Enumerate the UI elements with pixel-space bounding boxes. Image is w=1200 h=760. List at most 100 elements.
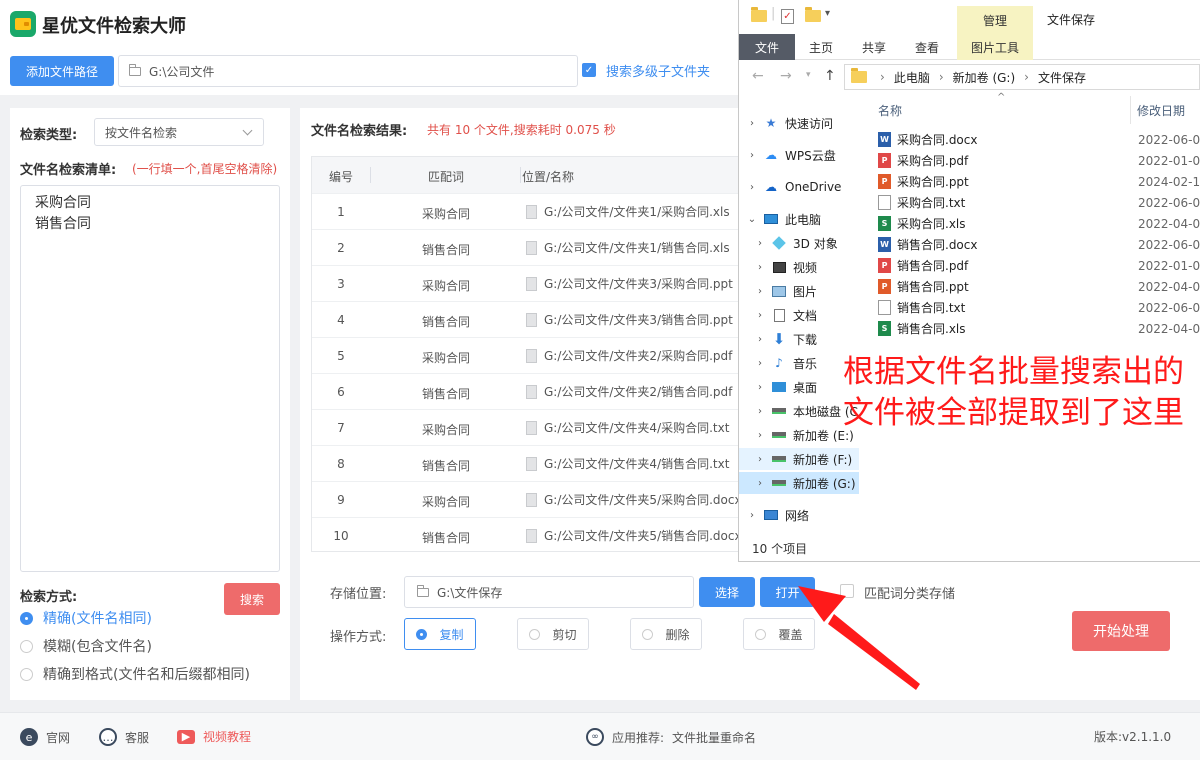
ribbon-tab-picture-tools[interactable]: 图片工具 — [957, 34, 1033, 60]
chevron-down-icon[interactable]: ⌄ — [747, 214, 757, 225]
row-keyword: 销售合同 — [421, 459, 470, 473]
recommend-app-link[interactable]: 文件批量重命名 — [672, 729, 756, 746]
chevron-right-icon[interactable]: › — [747, 118, 757, 129]
include-subfolders-label[interactable]: 搜索多级子文件夹 — [606, 61, 710, 80]
row-path-text: G:/公司文件/文件夹1/采购合同.xls — [544, 205, 730, 219]
operation-cut-radio[interactable]: 剪切 — [517, 618, 589, 650]
nav-tree-item[interactable]: › ☁ OneDrive — [739, 176, 859, 198]
chevron-right-icon[interactable]: › — [755, 334, 765, 345]
chevron-right-icon[interactable]: › — [755, 238, 765, 249]
file-list-item[interactable]: P 采购合同.pdf 2022-01-04 — [878, 150, 1200, 171]
start-process-button[interactable]: 开始处理 — [1072, 611, 1170, 651]
forward-arrow-icon[interactable]: → — [780, 68, 792, 84]
search-type-select[interactable]: 按文件名检索 — [94, 118, 264, 146]
chevron-right-icon[interactable]: › — [755, 454, 765, 465]
add-path-button[interactable]: 添加文件路径 — [10, 56, 114, 86]
table-row[interactable]: 4 销售合同 G:/公司文件/文件夹3/销售合同.ppt — [312, 301, 750, 337]
nav-tree-item[interactable]: › ♪ 音乐 — [739, 352, 859, 374]
properties-icon[interactable]: ✓ — [781, 9, 794, 24]
up-arrow-icon[interactable]: ↑ — [824, 68, 836, 84]
operation-copy-radio[interactable]: 复制 — [404, 618, 476, 650]
file-list-item[interactable]: S 采购合同.xls 2022-04-01 — [878, 213, 1200, 234]
nav-tree-item[interactable]: › 桌面 — [739, 376, 859, 398]
explorer-title: 文件保存 — [1047, 13, 1096, 27]
method-exact-radio[interactable]: 精确(文件名相同) — [20, 608, 152, 628]
file-list-item[interactable]: P 采购合同.ppt 2024-02-12 — [878, 171, 1200, 192]
include-subfolders-checkbox[interactable]: ✓ — [582, 63, 596, 77]
file-list-item[interactable]: W 销售合同.docx 2022-06-06 — [878, 234, 1200, 255]
table-row[interactable]: 8 销售合同 G:/公司文件/文件夹4/销售合同.txt — [312, 445, 750, 481]
address-bar[interactable]: › 此电脑 › 新加卷 (G:) › 文件保存 — [844, 64, 1200, 90]
table-row[interactable]: 7 采购合同 G:/公司文件/文件夹4/采购合同.txt — [312, 409, 750, 445]
nav-tree-item[interactable]: › 网络 — [739, 504, 859, 526]
file-list-item[interactable]: S 销售合同.xls 2022-04-01 — [878, 318, 1200, 339]
path-input[interactable]: G:\公司文件 — [118, 55, 578, 87]
chevron-right-icon[interactable]: › — [747, 150, 757, 161]
breadcrumb-item[interactable]: 新加卷 (G:) — [953, 69, 1016, 86]
ribbon-tab-share[interactable]: 共享 — [862, 39, 886, 56]
nav-tree-item[interactable]: › 新加卷 (F:) — [739, 448, 859, 470]
col-modified-header[interactable]: 修改日期 — [1137, 102, 1185, 119]
nav-tree-item[interactable]: › 3D 对象 — [739, 232, 859, 254]
file-list-item[interactable]: P 销售合同.pdf 2022-01-04 — [878, 255, 1200, 276]
choose-button[interactable]: 选择 — [699, 577, 755, 607]
chevron-right-icon[interactable]: › — [755, 406, 765, 417]
new-folder-icon[interactable] — [805, 7, 821, 22]
folder-icon[interactable] — [751, 7, 767, 22]
nav-tree-item[interactable]: › 新加卷 (G:) — [739, 472, 859, 494]
file-list-item[interactable]: 采购合同.txt 2022-06-06 — [878, 192, 1200, 213]
chevron-right-icon[interactable]: › — [755, 310, 765, 321]
nav-tree-item[interactable]: › 本地磁盘 (C — [739, 400, 859, 422]
ribbon-tab-file[interactable]: 文件 — [739, 34, 795, 60]
nav-tree-item[interactable]: ⌄ 此电脑 — [739, 208, 859, 230]
table-row[interactable]: 10 销售合同 G:/公司文件/文件夹5/销售合同.docx — [312, 517, 750, 551]
recent-chevron-icon[interactable]: ▾ — [806, 70, 811, 80]
explorer-ribbon: 文件 主页 共享 查看 图片工具 — [739, 34, 1200, 60]
method-fuzzy-radio[interactable]: 模糊(包含文件名) — [20, 636, 152, 656]
file-list-item[interactable]: W 采购合同.docx 2022-06-06 — [878, 129, 1200, 150]
table-row[interactable]: 1 采购合同 G:/公司文件/文件夹1/采购合同.xls — [312, 193, 750, 229]
back-arrow-icon[interactable]: ← — [752, 68, 764, 84]
nav-tree-item[interactable]: › 视频 — [739, 256, 859, 278]
keyword-textarea[interactable]: 采购合同 销售合同 — [20, 185, 280, 572]
chevron-right-icon[interactable]: › — [755, 286, 765, 297]
chevron-right-icon[interactable]: › — [755, 382, 765, 393]
footer-video-link[interactable]: ▶ 视频教程 — [177, 728, 251, 745]
chevron-right-icon[interactable]: › — [755, 262, 765, 273]
operation-delete-radio[interactable]: 删除 — [630, 618, 702, 650]
breadcrumb-item[interactable]: 此电脑 — [894, 69, 930, 86]
nav-tree-item[interactable]: › 文档 — [739, 304, 859, 326]
method-exact-format-radio[interactable]: 精确到格式(文件名和后缀都相同) — [20, 664, 250, 684]
chevron-right-icon[interactable]: › — [755, 430, 765, 441]
manage-tab[interactable]: 管理 — [957, 6, 1033, 34]
col-path: 位置/名称 — [522, 170, 575, 184]
nav-tree-item[interactable]: › 图片 — [739, 280, 859, 302]
table-row[interactable]: 2 销售合同 G:/公司文件/文件夹1/销售合同.xls — [312, 229, 750, 265]
table-row[interactable]: 6 销售合同 G:/公司文件/文件夹2/销售合同.pdf — [312, 373, 750, 409]
table-row[interactable]: 3 采购合同 G:/公司文件/文件夹3/采购合同.ppt — [312, 265, 750, 301]
storage-input[interactable]: G:\文件保存 — [404, 576, 694, 608]
nav-tree-item[interactable]: › ★ 快速访问 — [739, 112, 859, 134]
footer-service-link[interactable]: … 客服 — [99, 728, 149, 746]
nav-tree-item[interactable]: › ⬇ 下载 — [739, 328, 859, 350]
chevron-right-icon[interactable]: › — [755, 358, 765, 369]
footer-website-link[interactable]: e 官网 — [20, 728, 70, 746]
chevron-right-icon[interactable]: › — [747, 182, 757, 193]
breadcrumb-item[interactable]: 文件保存 — [1038, 69, 1086, 86]
ribbon-tab-view[interactable]: 查看 — [915, 39, 939, 56]
nav-tree-item[interactable]: › 新加卷 (E:) — [739, 424, 859, 446]
col-name-header[interactable]: 名称 — [878, 102, 902, 119]
file-list-item[interactable]: 销售合同.txt 2022-06-06 — [878, 297, 1200, 318]
annotation-line: 文件被全部提取到了这里 — [843, 395, 1184, 431]
ribbon-tab-home[interactable]: 主页 — [809, 39, 833, 56]
chevron-right-icon[interactable]: › — [747, 510, 757, 521]
customize-toolbar-icon[interactable]: ▾ — [825, 8, 830, 19]
chevron-right-icon[interactable]: › — [755, 478, 765, 489]
search-button[interactable]: 搜索 — [224, 583, 280, 615]
table-row[interactable]: 9 采购合同 G:/公司文件/文件夹5/采购合同.docx — [312, 481, 750, 517]
nav-tree-label: WPS云盘 — [785, 148, 836, 163]
nav-tree-item[interactable]: › ☁ WPS云盘 — [739, 144, 859, 166]
nav-tree-label: 音乐 — [793, 356, 818, 371]
table-row[interactable]: 5 采购合同 G:/公司文件/文件夹2/采购合同.pdf — [312, 337, 750, 373]
file-list-item[interactable]: P 销售合同.ppt 2022-04-01 — [878, 276, 1200, 297]
